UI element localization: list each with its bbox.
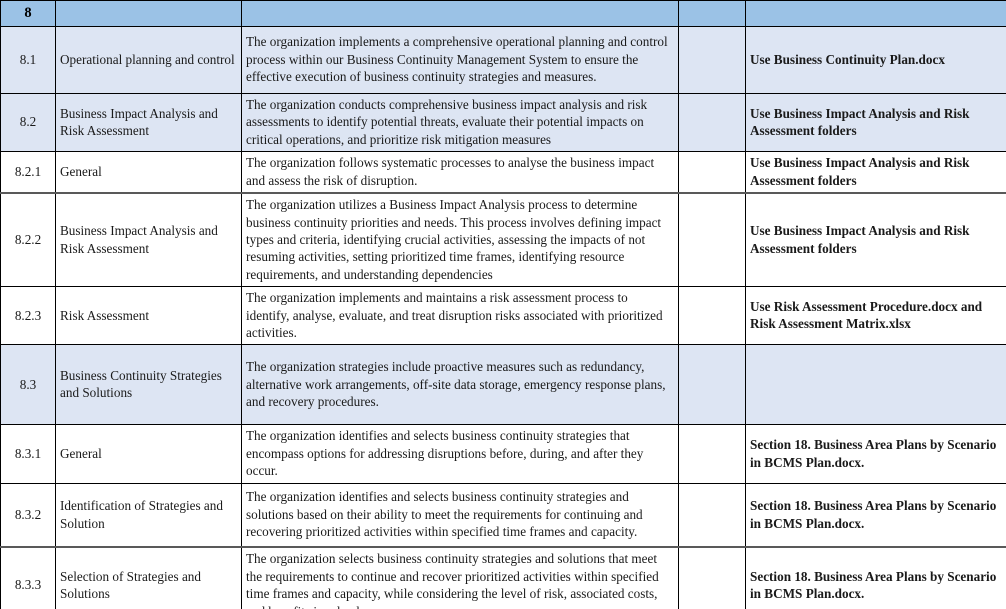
row-reference: Use Business Impact Analysis and Risk As… [745, 192, 1006, 288]
row-title: General [55, 151, 242, 194]
row-description: The organization follows systematic proc… [241, 151, 679, 194]
table-row[interactable]: 8.3.3 Selection of Strategies and Soluti… [0, 546, 1006, 609]
header-reference-cell [745, 0, 1006, 27]
row-reference: Section 18. Business Area Plans by Scena… [745, 546, 1006, 609]
row-number: 8.1 [0, 26, 56, 94]
row-title: Risk Assessment [55, 286, 242, 346]
row-reference: Use Business Continuity Plan.docx [745, 26, 1006, 94]
row-description: The organization conducts comprehensive … [241, 92, 679, 153]
row-number: 8.3.1 [0, 424, 56, 484]
row-description: The organization identifies and selects … [241, 424, 679, 484]
header-title-cell [55, 0, 242, 27]
table-body: 8 8.1 Operational planning and control T… [0, 0, 1006, 609]
table-row[interactable]: 8.2.1 General The organization follows s… [0, 151, 1006, 194]
table-row[interactable]: 8.3.1 General The organization identifie… [0, 424, 1006, 484]
row-reference: Section 18. Business Area Plans by Scena… [745, 482, 1006, 548]
row-blank [678, 424, 746, 484]
table-row[interactable]: 8.1 Operational planning and control The… [0, 26, 1006, 94]
row-number: 8.3.2 [0, 482, 56, 548]
row-number: 8.2.2 [0, 192, 56, 288]
row-title: Operational planning and control [55, 26, 242, 94]
row-title: Business Impact Analysis and Risk Assess… [55, 92, 242, 153]
row-description: The organization identifies and selects … [241, 482, 679, 548]
row-blank [678, 546, 746, 609]
row-description: The organization utilizes a Business Imp… [241, 192, 679, 288]
table-row[interactable]: 8.2.2 Business Impact Analysis and Risk … [0, 192, 1006, 288]
row-blank [678, 151, 746, 194]
row-blank [678, 344, 746, 426]
row-description: The organization selects business contin… [241, 546, 679, 609]
table-row[interactable]: 8.3 Business Continuity Strategies and S… [0, 344, 1006, 426]
table-row[interactable]: 8.2.3 Risk Assessment The organization i… [0, 286, 1006, 346]
row-reference: Use Business Impact Analysis and Risk As… [745, 151, 1006, 194]
row-reference [745, 344, 1006, 426]
row-title: Business Impact Analysis and Risk Assess… [55, 192, 242, 288]
row-number: 8.3.3 [0, 546, 56, 609]
row-title: Selection of Strategies and Solutions [55, 546, 242, 609]
table-row[interactable]: 8.2 Business Impact Analysis and Risk As… [0, 92, 1006, 153]
row-blank [678, 482, 746, 548]
row-blank [678, 286, 746, 346]
requirements-table: 8 8.1 Operational planning and control T… [0, 0, 1006, 609]
row-title: Business Continuity Strategies and Solut… [55, 344, 242, 426]
row-blank [678, 26, 746, 94]
row-description: The organization implements and maintain… [241, 286, 679, 346]
row-number: 8.2.1 [0, 151, 56, 194]
row-description: The organization strategies include proa… [241, 344, 679, 426]
row-reference: Section 18. Business Area Plans by Scena… [745, 424, 1006, 484]
row-reference: Use Risk Assessment Procedure.docx and R… [745, 286, 1006, 346]
row-number: 8.3 [0, 344, 56, 426]
row-reference: Use Business Impact Analysis and Risk As… [745, 92, 1006, 153]
row-title: Identification of Strategies and Solutio… [55, 482, 242, 548]
row-blank [678, 92, 746, 153]
spreadsheet-sheet: 8 8.1 Operational planning and control T… [0, 0, 1006, 609]
row-description: The organization implements a comprehens… [241, 26, 679, 94]
table-header-row: 8 [0, 0, 1006, 27]
header-blank-cell [678, 0, 746, 27]
row-number: 8.2.3 [0, 286, 56, 346]
header-description-cell [241, 0, 679, 27]
table-row[interactable]: 8.3.2 Identification of Strategies and S… [0, 482, 1006, 548]
header-clause-number: 8 [0, 0, 56, 27]
row-title: General [55, 424, 242, 484]
row-number: 8.2 [0, 92, 56, 153]
row-blank [678, 192, 746, 288]
